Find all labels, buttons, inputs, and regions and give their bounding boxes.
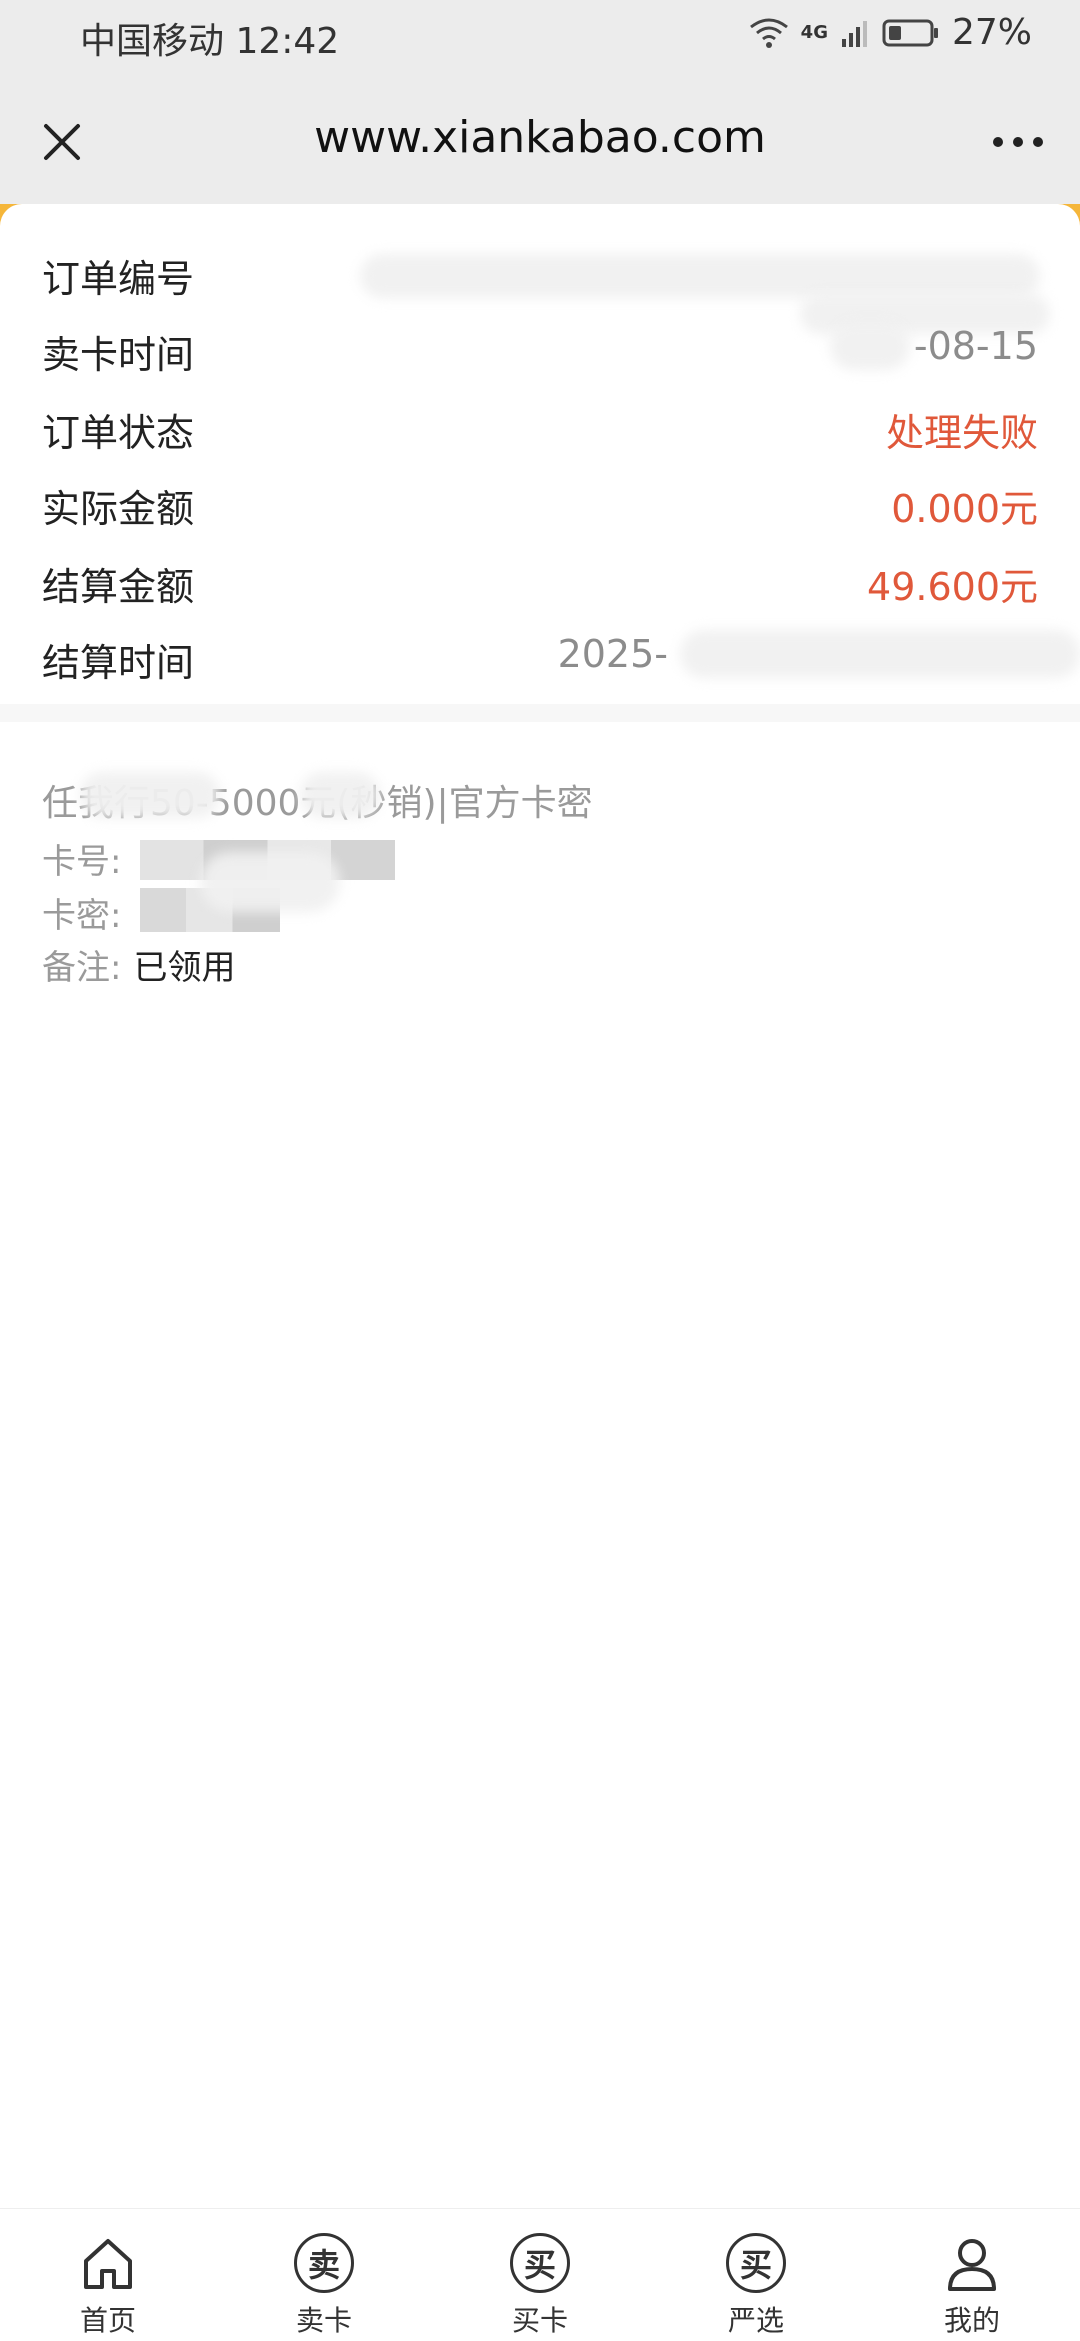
remark-row: 备注: 已领用 <box>42 940 235 989</box>
status-icons: 4G 27% <box>749 12 1032 53</box>
browser-title-bar: www.xiankabao.com <box>0 80 1080 204</box>
more-icon <box>993 137 1043 147</box>
carrier-name: 中国移动 <box>80 21 225 62</box>
card-password-label: 卡密: <box>42 896 122 936</box>
remark-label: 备注: <box>42 948 122 988</box>
status-bar: 中国移动 12:42 4G 27% <box>0 0 1080 80</box>
card-number-row: 卡号: <box>42 834 121 883</box>
nav-label-buy-card: 买卡 <box>511 2304 568 2337</box>
order-row-settle-amount: 结算金额 49.600元 <box>42 552 1038 612</box>
order-row-actual-amount: 实际金额 0.000元 <box>42 474 1038 534</box>
settle-amount-value: 49.600元 <box>867 565 1038 609</box>
user-icon <box>948 2239 996 2291</box>
order-row-status: 订单状态 处理失败 <box>42 398 1038 458</box>
sell-time-label: 卖卡时间 <box>42 333 195 377</box>
redaction-mask <box>80 772 220 818</box>
buy-card-icon: 买 <box>510 2233 570 2293</box>
selected-icon: 买 <box>726 2233 786 2293</box>
order-details-card: 订单编号 卖卡时间 -08-15 订单状态 处理失败 实际金额 0.000元 结… <box>0 204 1080 704</box>
section-divider <box>0 704 1080 722</box>
order-number-label: 订单编号 <box>42 257 195 301</box>
card-number-label: 卡号: <box>42 842 122 882</box>
settle-time-value: 2025- <box>557 632 668 676</box>
settle-amount-label: 结算金额 <box>42 565 195 609</box>
card-password-row: 卡密: <box>42 888 121 937</box>
nav-label-home: 首页 <box>79 2304 136 2337</box>
actual-amount-label: 实际金额 <box>42 487 195 531</box>
nav-item-home[interactable]: 首页 <box>0 2209 216 2341</box>
nav-item-mine[interactable]: 我的 <box>864 2209 1080 2341</box>
redaction-mask <box>360 254 1040 298</box>
page-url: www.xiankabao.com <box>314 112 766 163</box>
settle-time-label: 结算时间 <box>42 641 195 685</box>
nav-item-buy-card[interactable]: 买 买卡 <box>432 2209 648 2341</box>
network-type: 4G <box>800 22 828 43</box>
redaction-mask <box>300 772 380 818</box>
clock: 12:42 <box>235 21 340 62</box>
wifi-icon <box>749 18 788 48</box>
redaction-mask <box>200 852 340 912</box>
nav-label-selected: 严选 <box>727 2304 784 2337</box>
more-button[interactable] <box>986 110 1050 174</box>
status-value: 处理失败 <box>885 411 1038 455</box>
card-info-block: 任我行50-5000元(秒销)|官方卡密 卡号: 卡密: 备注:已领用 <box>0 722 1080 1022</box>
status-label: 订单状态 <box>42 411 195 455</box>
home-icon <box>84 2239 132 2289</box>
battery-icon <box>882 19 938 46</box>
nav-item-sell-card[interactable]: 卖 卖卡 <box>216 2209 432 2341</box>
signal-icon <box>841 20 867 47</box>
redaction-mask <box>830 322 910 370</box>
nav-label-sell-card: 卖卡 <box>295 2304 352 2337</box>
bottom-nav: 首页 卖 卖卡 买 买卡 买 严选 我的 <box>0 2208 1080 2341</box>
battery-percent: 27% <box>951 12 1032 53</box>
redaction-mask <box>680 630 1080 678</box>
nav-label-mine: 我的 <box>943 2304 1000 2337</box>
nav-item-selected[interactable]: 买 严选 <box>648 2209 864 2341</box>
status-carrier-time: 中国移动 12:42 <box>80 12 339 64</box>
actual-amount-value: 0.000元 <box>891 487 1038 531</box>
remark-value: 已领用 <box>133 948 236 988</box>
sell-time-value: -08-15 <box>913 324 1038 368</box>
sell-card-icon: 卖 <box>294 2233 354 2293</box>
